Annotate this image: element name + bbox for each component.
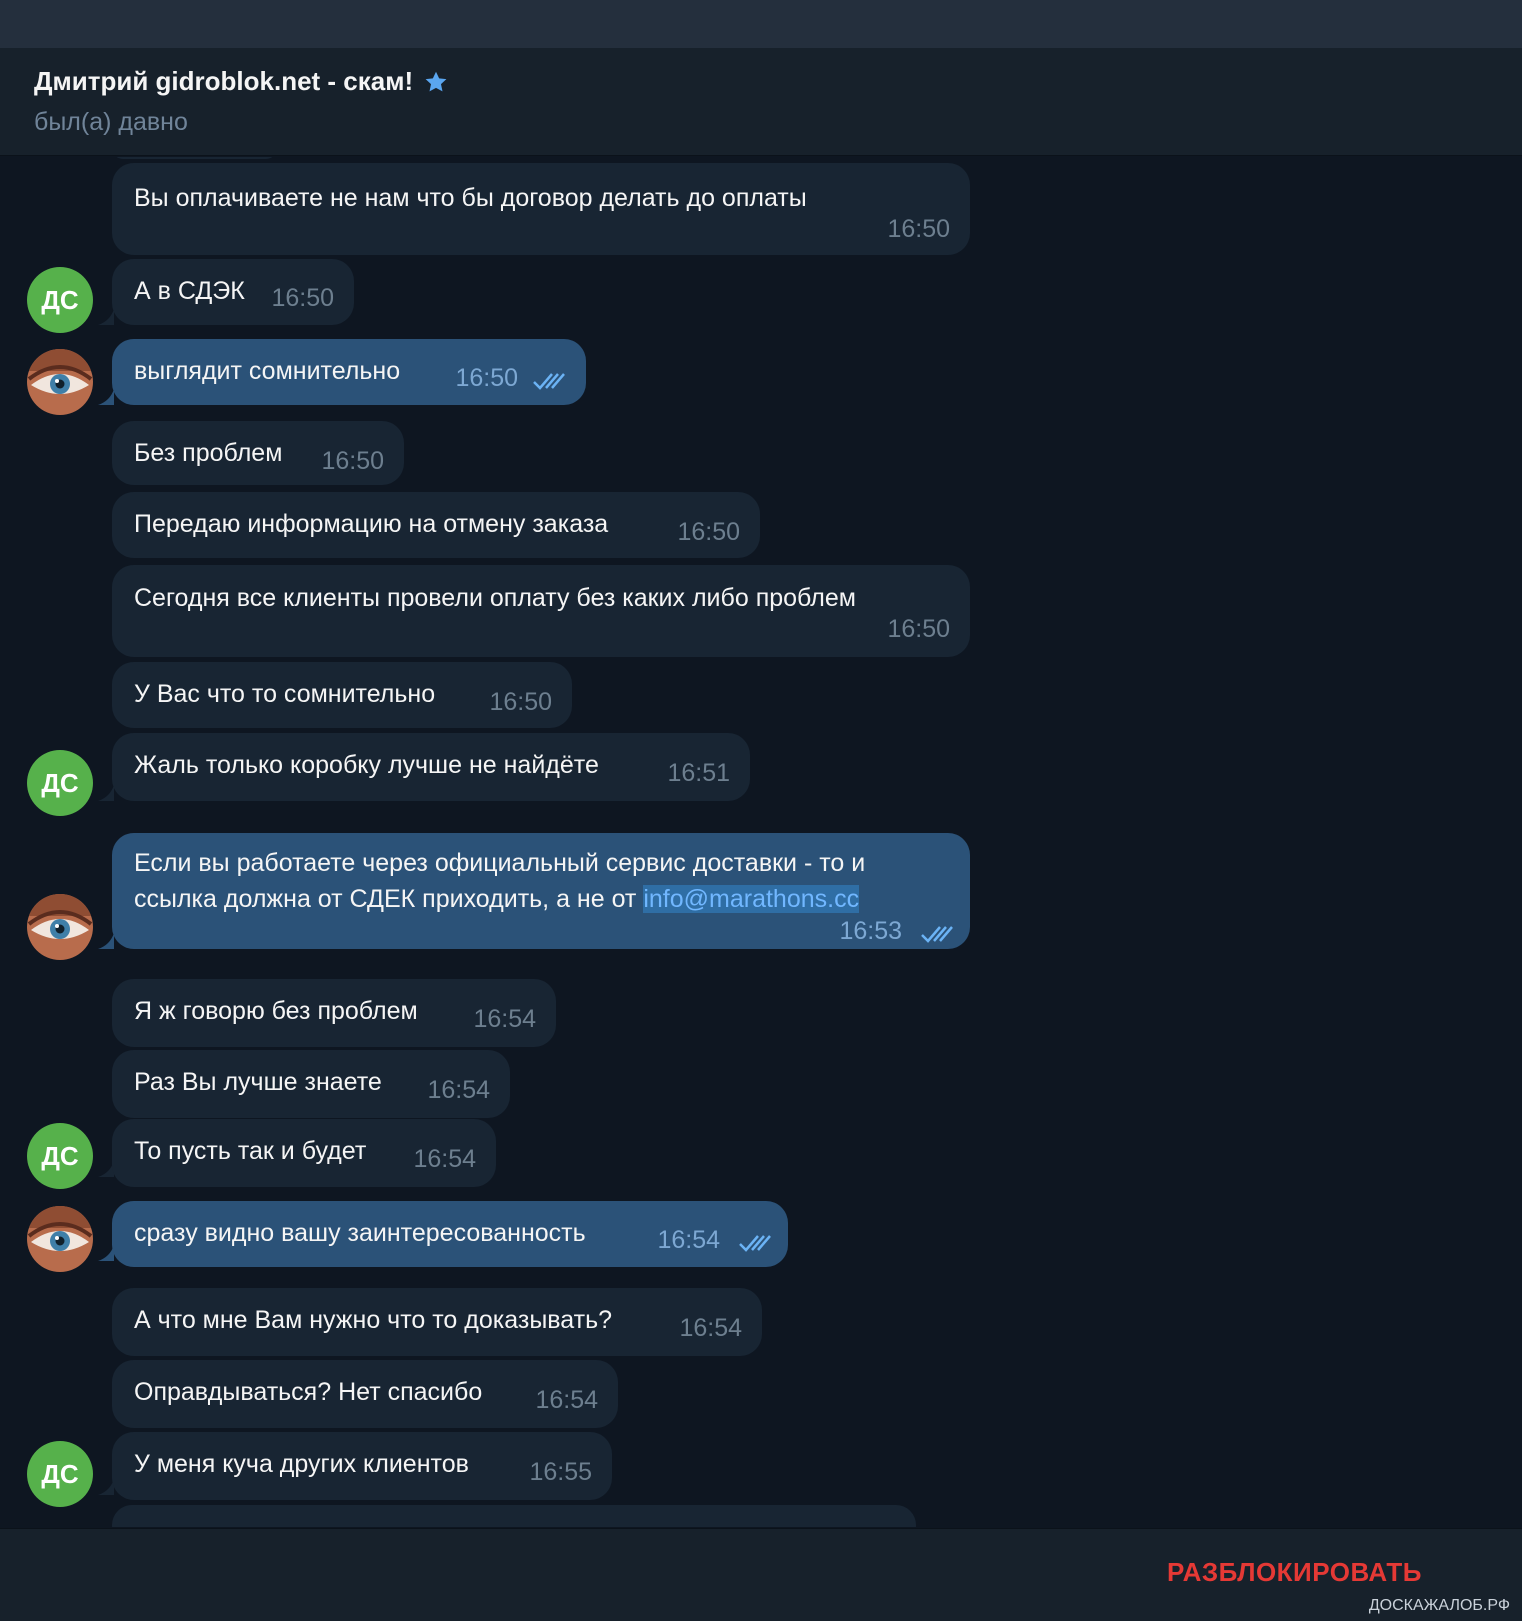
avatar[interactable]: ДС [27, 1441, 93, 1507]
bubble-tail [98, 933, 114, 949]
message-time: 16:54 [657, 1226, 720, 1254]
message-bubble[interactable]: Если вы работаете через официальный серв… [112, 833, 970, 949]
message-time: 16:50 [489, 688, 552, 716]
message-text: Раз Вы лучше знаете [134, 1068, 382, 1096]
message-bubble[interactable]: Передаю информацию на отмену заказа 16:5… [112, 492, 760, 558]
message-bubble[interactable]: Вы оплачиваете не нам что бы договор дел… [112, 163, 970, 255]
message-text: выглядит сомнительно [134, 357, 401, 385]
message-time: 16:50 [887, 615, 950, 643]
message-time: 16:53 [839, 917, 902, 945]
message-time: 16:50 [271, 284, 334, 312]
message-bubble[interactable]: А что мне Вам нужно что то доказывать? 1… [112, 1288, 762, 1356]
message-bubble-partial [112, 157, 277, 159]
avatar[interactable] [27, 349, 93, 415]
read-checkmarks-icon [921, 926, 953, 943]
message-text-line2: ссылка должна от СДЕК приходить, а не от… [134, 881, 860, 917]
message-bubble[interactable]: То пусть так и будет 16:54 [112, 1119, 496, 1187]
message-bubble[interactable]: Сегодня все клиенты провели оплату без к… [112, 565, 970, 657]
message-text: Жаль только коробку лучше не найдёте [134, 751, 599, 779]
bubble-tail [98, 389, 114, 405]
message-time: 16:50 [321, 447, 384, 475]
message-text: У Вас что то сомнительно [134, 680, 436, 708]
message-time: 16:54 [427, 1076, 490, 1104]
message-time: 16:50 [887, 215, 950, 243]
message-bubble[interactable]: сразу видно вашу заинтересованность 16:5… [112, 1201, 788, 1267]
message-text-line1: Если вы работаете через официальный серв… [134, 849, 866, 877]
eye-photo-icon [27, 894, 93, 960]
avatar[interactable] [27, 1206, 93, 1272]
message-bubble[interactable]: Я ж говорю без проблем 16:54 [112, 979, 556, 1047]
message-time: 16:54 [679, 1314, 742, 1342]
message-text: сразу видно вашу заинтересованность [134, 1219, 586, 1247]
message-time: 16:54 [535, 1386, 598, 1414]
message-text: Без проблем [134, 439, 283, 467]
unblock-button[interactable]: РАЗБЛОКИРОВАТЬ [1167, 1557, 1422, 1588]
chat-footer: РАЗБЛОКИРОВАТЬ ДОСКАЖАЛОБ.РФ [0, 1528, 1522, 1621]
message-bubble[interactable]: выглядит сомнительно 16:50 [112, 339, 586, 405]
message-bubble[interactable]: Жаль только коробку лучше не найдёте 16:… [112, 733, 750, 801]
message-text: Оправдываться? Нет спасибо [134, 1378, 483, 1406]
message-text: Сегодня все клиенты провели оплату без к… [134, 584, 856, 612]
message-bubble-partial [112, 1505, 916, 1527]
email-link[interactable]: info@marathons.cc [643, 885, 860, 913]
window-top-bar [0, 0, 1522, 48]
message-bubble[interactable]: А в СДЭК 16:50 [112, 259, 354, 325]
star-icon [425, 71, 447, 91]
message-time: 16:54 [473, 1005, 536, 1033]
eye-photo-icon [27, 349, 93, 415]
chat-status: был(а) давно [34, 108, 188, 136]
message-time: 16:51 [667, 759, 730, 787]
message-bubble[interactable]: Без проблем 16:50 [112, 421, 404, 485]
message-time: 16:50 [677, 518, 740, 546]
avatar[interactable]: ДС [27, 267, 93, 333]
message-text: Вы оплачиваете не нам что бы договор дел… [134, 184, 807, 212]
chat-title: Дмитрий gidroblok.net - скам! [34, 66, 414, 96]
message-list[interactable]: Вы оплачиваете не нам что бы договор дел… [0, 157, 1522, 1527]
message-time: 16:54 [413, 1145, 476, 1173]
message-time: 16:50 [455, 364, 518, 392]
bubble-tail [98, 309, 114, 325]
chat-title-row: Дмитрий gidroblok.net - скам! [34, 66, 449, 97]
message-bubble[interactable]: У меня куча других клиентов 16:55 [112, 1432, 612, 1500]
message-text: То пусть так и будет [134, 1137, 367, 1165]
chat-header[interactable]: Дмитрий gidroblok.net - скам! был(а) дав… [0, 48, 1522, 156]
eye-photo-icon [27, 1206, 93, 1272]
message-text: Передаю информацию на отмену заказа [134, 510, 609, 538]
avatar[interactable]: ДС [27, 750, 93, 816]
message-text-line2-prefix: ссылка должна от СДЕК приходить, а не от [134, 885, 644, 913]
message-text: Я ж говорю без проблем [134, 997, 418, 1025]
avatar[interactable] [27, 894, 93, 960]
message-text: У меня куча других клиентов [134, 1450, 469, 1478]
message-bubble[interactable]: Оправдываться? Нет спасибо 16:54 [112, 1360, 618, 1428]
message-bubble[interactable]: У Вас что то сомнительно 16:50 [112, 662, 572, 728]
message-time: 16:55 [529, 1458, 592, 1486]
bubble-tail [98, 785, 114, 801]
watermark: ДОСКАЖАЛОБ.РФ [1368, 1597, 1510, 1614]
read-checkmarks-icon [533, 373, 565, 390]
read-checkmarks-icon [739, 1235, 771, 1252]
avatar[interactable]: ДС [27, 1123, 93, 1189]
message-text: А в СДЭК [134, 277, 245, 305]
message-text: А что мне Вам нужно что то доказывать? [134, 1306, 613, 1334]
message-bubble[interactable]: Раз Вы лучше знаете 16:54 [112, 1050, 510, 1118]
